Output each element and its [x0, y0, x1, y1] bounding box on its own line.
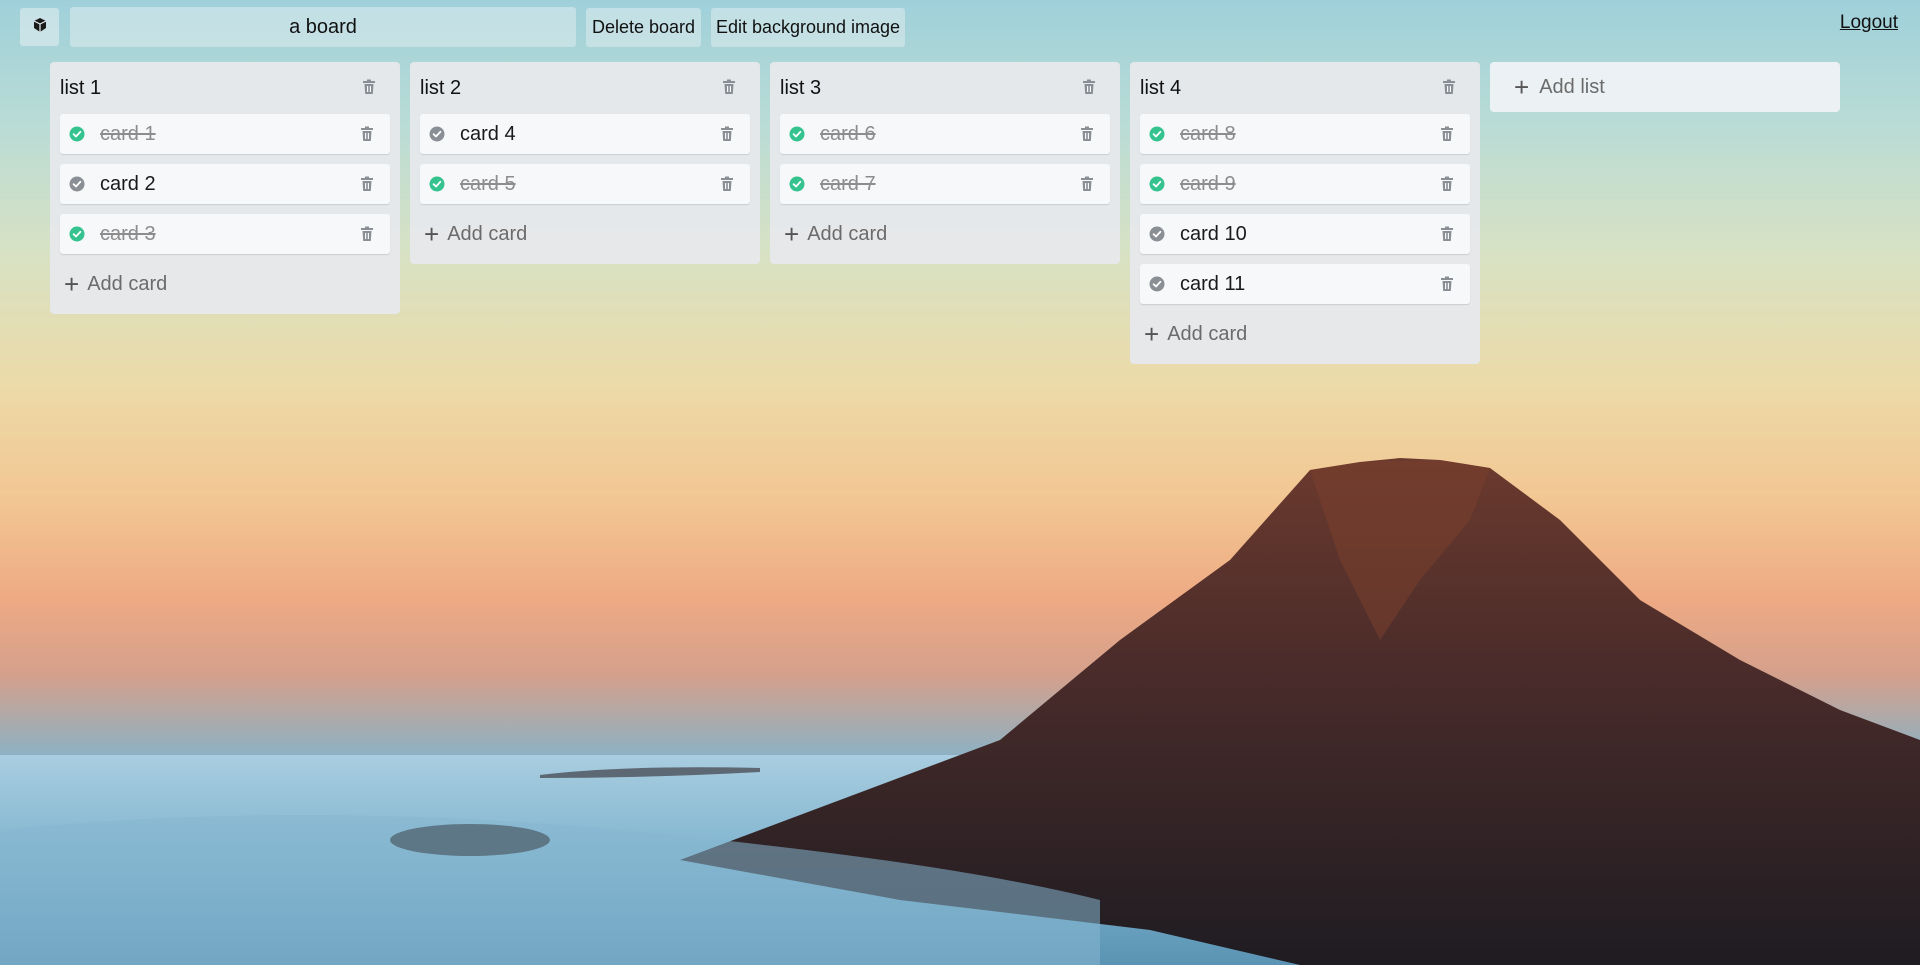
card-text[interactable]: card 8	[1180, 123, 1236, 146]
list-column: list 1 card 1 card 2 card 3 + Add card	[50, 62, 400, 314]
plus-icon: +	[424, 219, 440, 249]
add-card-button[interactable]: + Add card	[1140, 314, 1470, 354]
card-item[interactable]: card 3	[60, 214, 390, 254]
delete-card-trash-icon[interactable]	[1080, 176, 1094, 197]
plus-icon: +	[784, 219, 800, 249]
home-button[interactable]	[20, 8, 59, 46]
add-card-label: Add card	[1167, 322, 1248, 345]
card-item[interactable]: card 11	[1140, 264, 1470, 304]
delete-board-button[interactable]: Delete board	[586, 8, 701, 47]
delete-card-trash-icon[interactable]	[360, 126, 374, 147]
delete-list-trash-icon[interactable]	[362, 79, 376, 100]
card-item[interactable]: card 4	[420, 114, 750, 154]
card-text[interactable]: card 9	[1180, 173, 1236, 196]
plus-icon: +	[1144, 319, 1160, 349]
delete-card-trash-icon[interactable]	[1440, 276, 1454, 297]
check-circle-done-icon[interactable]	[789, 126, 805, 147]
add-list-label: Add list	[1539, 75, 1605, 98]
edit-background-image-button[interactable]: Edit background image	[711, 8, 905, 47]
delete-list-trash-icon[interactable]	[1442, 79, 1456, 100]
card-text[interactable]: card 10	[1180, 223, 1247, 246]
add-card-button[interactable]: + Add card	[60, 264, 390, 304]
card-text[interactable]: card 2	[100, 173, 156, 196]
list-title[interactable]: list 1	[60, 77, 101, 100]
card-item[interactable]: card 10	[1140, 214, 1470, 254]
card-text[interactable]: card 4	[460, 123, 516, 146]
card-item[interactable]: card 7	[780, 164, 1110, 204]
check-circle-done-icon[interactable]	[1149, 126, 1165, 147]
add-card-label: Add card	[447, 222, 528, 245]
add-card-button[interactable]: + Add card	[780, 214, 1110, 254]
card-item[interactable]: card 8	[1140, 114, 1470, 154]
add-card-label: Add card	[87, 272, 168, 295]
add-card-button[interactable]: + Add card	[420, 214, 750, 254]
list-title[interactable]: list 4	[1140, 77, 1181, 100]
delete-card-trash-icon[interactable]	[1080, 126, 1094, 147]
check-circle-done-icon[interactable]	[429, 176, 445, 197]
list-column: list 3 card 6 card 7 + Add card	[770, 62, 1120, 264]
card-text[interactable]: card 3	[100, 223, 156, 246]
check-circle-done-icon[interactable]	[69, 126, 85, 147]
delete-card-trash-icon[interactable]	[360, 226, 374, 247]
card-item[interactable]: card 5	[420, 164, 750, 204]
card-item[interactable]: card 2	[60, 164, 390, 204]
check-circle-icon[interactable]	[1149, 226, 1165, 247]
delete-card-trash-icon[interactable]	[360, 176, 374, 197]
add-list-button[interactable]: + Add list	[1490, 62, 1840, 112]
top-bar: a board Delete board Edit background ima…	[0, 0, 1920, 56]
list-title[interactable]: list 3	[780, 77, 821, 100]
list-header: list 3	[780, 62, 1110, 114]
delete-card-trash-icon[interactable]	[1440, 176, 1454, 197]
list-header: list 4	[1140, 62, 1470, 114]
card-text[interactable]: card 11	[1180, 273, 1245, 296]
check-circle-done-icon[interactable]	[69, 226, 85, 247]
list-column: list 2 card 4 card 5 + Add card	[410, 62, 760, 264]
check-circle-done-icon[interactable]	[1149, 176, 1165, 197]
delete-card-trash-icon[interactable]	[720, 176, 734, 197]
delete-card-trash-icon[interactable]	[1440, 126, 1454, 147]
check-circle-icon[interactable]	[69, 176, 85, 197]
logout-link[interactable]: Logout	[1840, 12, 1898, 34]
list-header: list 1	[60, 62, 390, 114]
card-text[interactable]: card 6	[820, 123, 876, 146]
delete-card-trash-icon[interactable]	[720, 126, 734, 147]
check-circle-done-icon[interactable]	[789, 176, 805, 197]
delete-list-trash-icon[interactable]	[1082, 79, 1096, 100]
card-item[interactable]: card 1	[60, 114, 390, 154]
plus-icon: +	[64, 269, 80, 299]
board-title-input[interactable]: a board	[70, 7, 576, 47]
cube-icon	[32, 17, 48, 38]
delete-list-trash-icon[interactable]	[722, 79, 736, 100]
delete-card-trash-icon[interactable]	[1440, 226, 1454, 247]
list-title[interactable]: list 2	[420, 77, 461, 100]
list-column: list 4 card 8 card 9 card 10 card 11 + Add car…	[1130, 62, 1480, 364]
check-circle-icon[interactable]	[1149, 276, 1165, 297]
card-item[interactable]: card 9	[1140, 164, 1470, 204]
card-item[interactable]: card 6	[780, 114, 1110, 154]
card-text[interactable]: card 7	[820, 173, 876, 196]
plus-icon: +	[1514, 72, 1530, 102]
card-text[interactable]: card 5	[460, 173, 516, 196]
list-header: list 2	[420, 62, 750, 114]
card-text[interactable]: card 1	[100, 123, 156, 146]
check-circle-icon[interactable]	[429, 126, 445, 147]
add-card-label: Add card	[807, 222, 888, 245]
